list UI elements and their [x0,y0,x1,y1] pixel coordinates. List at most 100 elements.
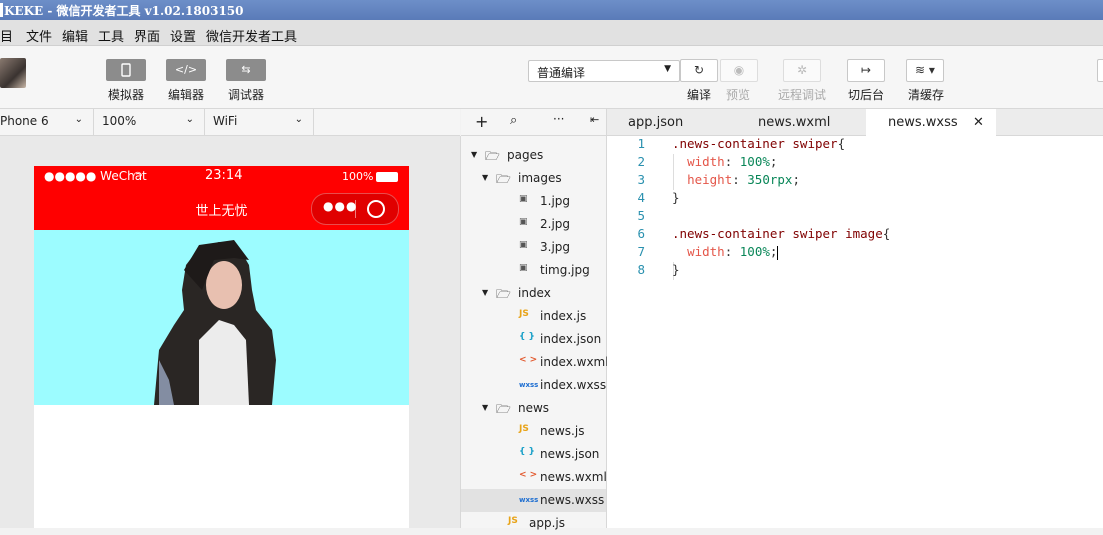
file-explorer: + ⌕ ··· ⇤ ▼ 🗁 pages ▼ 🗁 images ▣ 1.jpg ▣ 2.jpg ▣ 3.… [461,109,609,530]
image-file-icon: ▣ [519,263,528,273]
file-node[interactable]: JS index.js [461,305,606,328]
tab-news-wxml[interactable]: news.wxml [726,109,865,135]
menu-project[interactable]: 目 [0,26,13,45]
node-label: index.js [540,309,587,323]
editor-tabs: app.json news.wxml news.wxss ✕ [607,109,1103,136]
menu-tools[interactable]: 工具 [98,26,124,45]
code-line: } [672,262,680,277]
file-node[interactable]: { } news.json [461,443,606,466]
background-label: 切后台 [848,88,885,102]
wxml-file-icon: < > [519,470,538,480]
folder-node[interactable]: ▼ 🗁 index [461,282,606,305]
file-node[interactable]: wxss index.wxss [461,374,606,397]
js-file-icon: JS [519,424,529,434]
battery-icon [376,172,398,182]
debugger-label: 调试器 [228,88,265,102]
user-avatar[interactable] [0,58,26,88]
refresh-icon: ↻ [693,63,705,77]
file-node[interactable]: < > news.wxml [461,466,607,489]
debugger-toggle-button[interactable]: ⇆ [226,59,266,81]
file-node[interactable]: JS app.js [461,512,606,535]
zoom-select[interactable]: 100% ⌄ [94,109,205,135]
close-target-icon[interactable] [367,200,385,218]
layers-icon: ≋ ▾ [915,63,935,77]
network-select[interactable]: WiFi ⌄ [205,109,314,135]
compile-mode-value: 普通编译 [537,66,586,80]
file-node[interactable]: { } index.json [461,328,606,351]
explorer-header: + ⌕ ··· ⇤ [461,109,606,136]
more-toolbar-button[interactable] [1097,59,1103,82]
menubar: 目 文件 编辑 工具 界面 设置 微信开发者工具 [0,20,1103,46]
clear-cache-button[interactable]: ≋ ▾ [906,59,944,82]
device-bar: Phone 6 ⌄ 100% ⌄ WiFi ⌄ [0,109,460,136]
code-line: width: 100%; [687,244,779,260]
compile-button[interactable]: ↻ [680,59,718,82]
clear-cache-label: 清缓存 [908,88,945,102]
code-icon: </> [174,63,198,76]
code-editor: app.json news.wxml news.wxss ✕ 1 .news-co… [607,109,1103,528]
zoom-value: 100% [102,114,137,128]
code-line: } [672,190,680,205]
phone-screen[interactable]: ●●●●● WeChat ◠ 23:14 100% 世上无忧 ●●● [34,166,409,528]
background-button[interactable]: ↦ [847,59,885,82]
tab-app-json[interactable]: app.json [607,109,725,135]
menu-settings[interactable]: 设置 [170,26,196,45]
node-label: news.wxss [540,493,605,507]
remote-debug-button[interactable]: ✲ [783,59,821,82]
line-number: 5 [637,208,645,223]
folder-node[interactable]: ▼ 🗁 pages [461,144,606,167]
tab-label: news.wxss [888,115,958,130]
network-value: WiFi [213,114,238,128]
line-number: 4 [637,190,645,205]
remote-debug-label: 远程调试 [778,88,827,102]
line-number: 7 [637,244,645,259]
node-label: news [518,401,550,415]
more-dots-icon[interactable]: ●●● [323,199,357,213]
file-node[interactable]: ▣ timg.jpg [461,259,606,282]
folder-node[interactable]: ▼ 🗁 news [461,397,606,420]
tab-news-wxss[interactable]: news.wxss ✕ [866,109,996,136]
menu-edit[interactable]: 编辑 [62,26,88,45]
editor-toggle-button[interactable]: </> [166,59,206,81]
toolbar: 模拟器 </> 编辑器 ⇆ 调试器 普通编译 ▼ ↻ 编译 ◉ 预览 ✲ 远程调… [0,46,1103,109]
chevron-down-icon: ▼ [664,64,671,74]
node-label: pages [507,148,544,162]
swiper-image [34,230,409,405]
folder-node[interactable]: ▼ 🗁 images [461,167,606,190]
compile-mode-select[interactable]: 普通编译 ▼ [528,60,680,82]
line-number: 1 [637,136,645,151]
file-node[interactable]: wxss news.wxss [461,489,606,512]
close-icon[interactable]: ✕ [973,115,984,130]
device-select[interactable]: Phone 6 ⌄ [0,109,94,135]
chevron-down-icon[interactable]: ▼ [471,150,477,159]
wxml-file-icon: < > [519,355,538,365]
menu-view[interactable]: 界面 [134,26,160,45]
node-label: images [518,171,562,185]
app-icon [0,3,3,17]
preview-button[interactable]: ◉ [720,59,758,82]
search-icon[interactable]: ⌕ [510,113,517,128]
folder-open-icon: 🗁 [496,287,511,301]
mini-program-capsule: ●●● [311,193,399,225]
node-label: 1.jpg [540,194,571,208]
image-file-icon: ▣ [519,194,528,204]
chevron-down-icon[interactable]: ▼ [482,288,488,297]
file-node[interactable]: < > index.wxml [461,351,609,374]
phone-status-bar: ●●●●● WeChat ◠ 23:14 100% [34,166,409,188]
chevron-down-icon[interactable]: ▼ [482,173,488,182]
phone-time: 23:14 [205,168,243,183]
file-node[interactable]: ▣ 1.jpg [461,190,606,213]
simulator-toggle-button[interactable] [106,59,146,81]
collapse-icon[interactable]: ⇤ [590,113,599,126]
file-node[interactable]: ▣ 3.jpg [461,236,606,259]
file-node[interactable]: JS news.js [461,420,606,443]
add-icon[interactable]: + [475,112,488,131]
menu-file[interactable]: 文件 [26,26,52,45]
more-icon[interactable]: ··· [553,112,564,126]
menu-wechat-devtools[interactable]: 微信开发者工具 [206,26,297,45]
file-node[interactable]: ▣ 2.jpg [461,213,606,236]
eye-icon: ◉ [733,63,745,77]
line-number: 2 [637,154,645,169]
chevron-down-icon[interactable]: ▼ [482,403,488,412]
news-swiper[interactable] [34,230,409,405]
